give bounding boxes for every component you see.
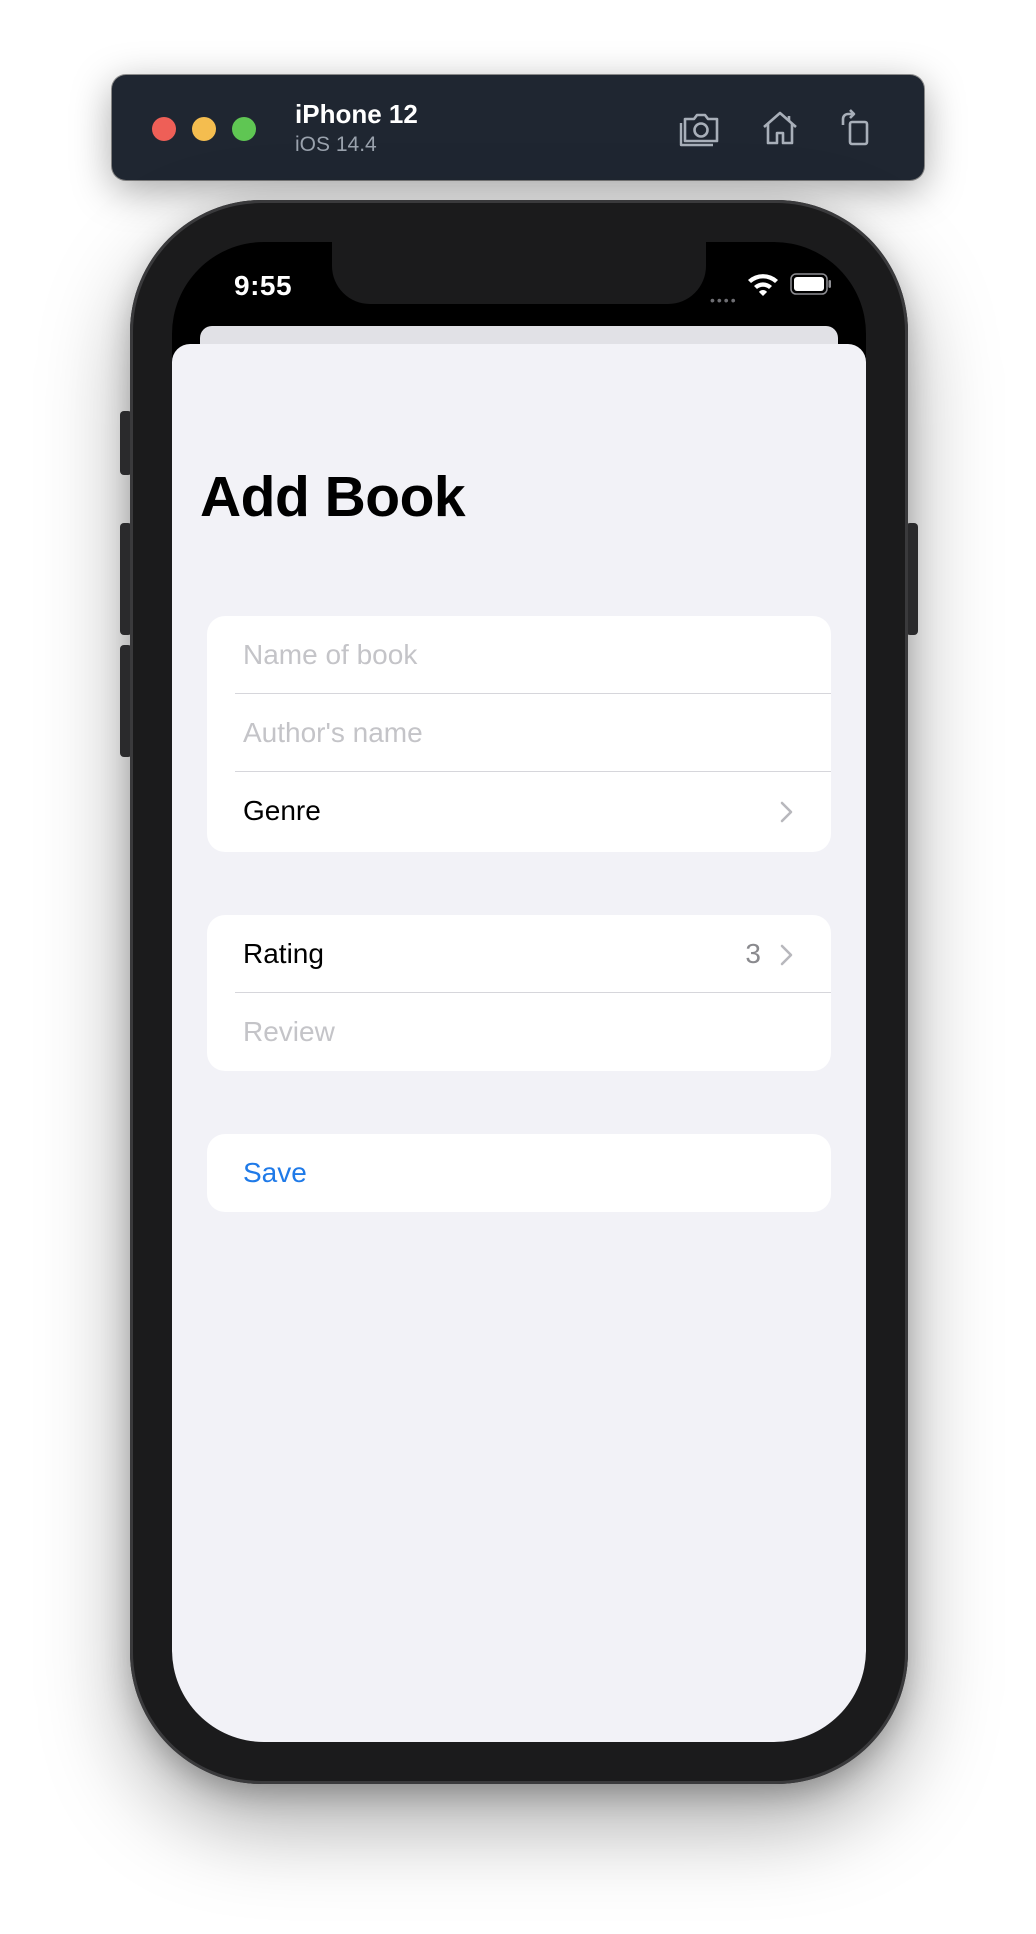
cellular-signal-icon: •••• (710, 292, 738, 308)
rating-label: Rating (243, 938, 324, 969)
os-version: iOS 14.4 (295, 133, 377, 156)
author-name-placeholder: Author's name (243, 717, 423, 748)
chevron-right-icon (779, 942, 795, 966)
genre-picker-row[interactable]: Genre (207, 772, 831, 850)
home-icon[interactable] (757, 105, 803, 151)
minimize-window-button[interactable] (192, 117, 216, 141)
save-label: Save (243, 1157, 307, 1188)
book-name-field[interactable]: Name of book (207, 616, 831, 694)
phone-screen: 9:55 •••• Add Book Name of book Author's… (172, 242, 866, 1742)
genre-label: Genre (243, 795, 321, 826)
book-name-placeholder: Name of book (243, 639, 418, 670)
wifi-icon (746, 270, 780, 298)
rating-review-section: Rating 3 Review (207, 915, 831, 1071)
add-book-sheet: Add Book Name of book Author's name Genr… (172, 344, 866, 1742)
save-section: Save (207, 1134, 831, 1212)
notch (332, 242, 706, 304)
screenshot-icon[interactable] (678, 105, 724, 151)
rotate-icon[interactable] (834, 105, 880, 151)
author-name-field[interactable]: Author's name (207, 694, 831, 772)
status-time: 9:55 (234, 270, 293, 301)
book-details-section: Name of book Author's name Genre (207, 616, 831, 852)
device-name: iPhone 12 (295, 99, 418, 129)
close-window-button[interactable] (152, 117, 176, 141)
chevron-right-icon (779, 799, 795, 823)
review-field[interactable]: Review (207, 993, 831, 1071)
rating-picker-row[interactable]: Rating 3 (207, 915, 831, 993)
save-button[interactable]: Save (207, 1134, 831, 1212)
zoom-window-button[interactable] (232, 117, 256, 141)
rating-value: 3 (745, 938, 761, 969)
page-title: Add Book (200, 465, 466, 529)
battery-icon (790, 273, 832, 295)
simulator-title-bar: iPhone 12 iOS 14.4 (112, 75, 924, 180)
review-placeholder: Review (243, 1016, 335, 1047)
